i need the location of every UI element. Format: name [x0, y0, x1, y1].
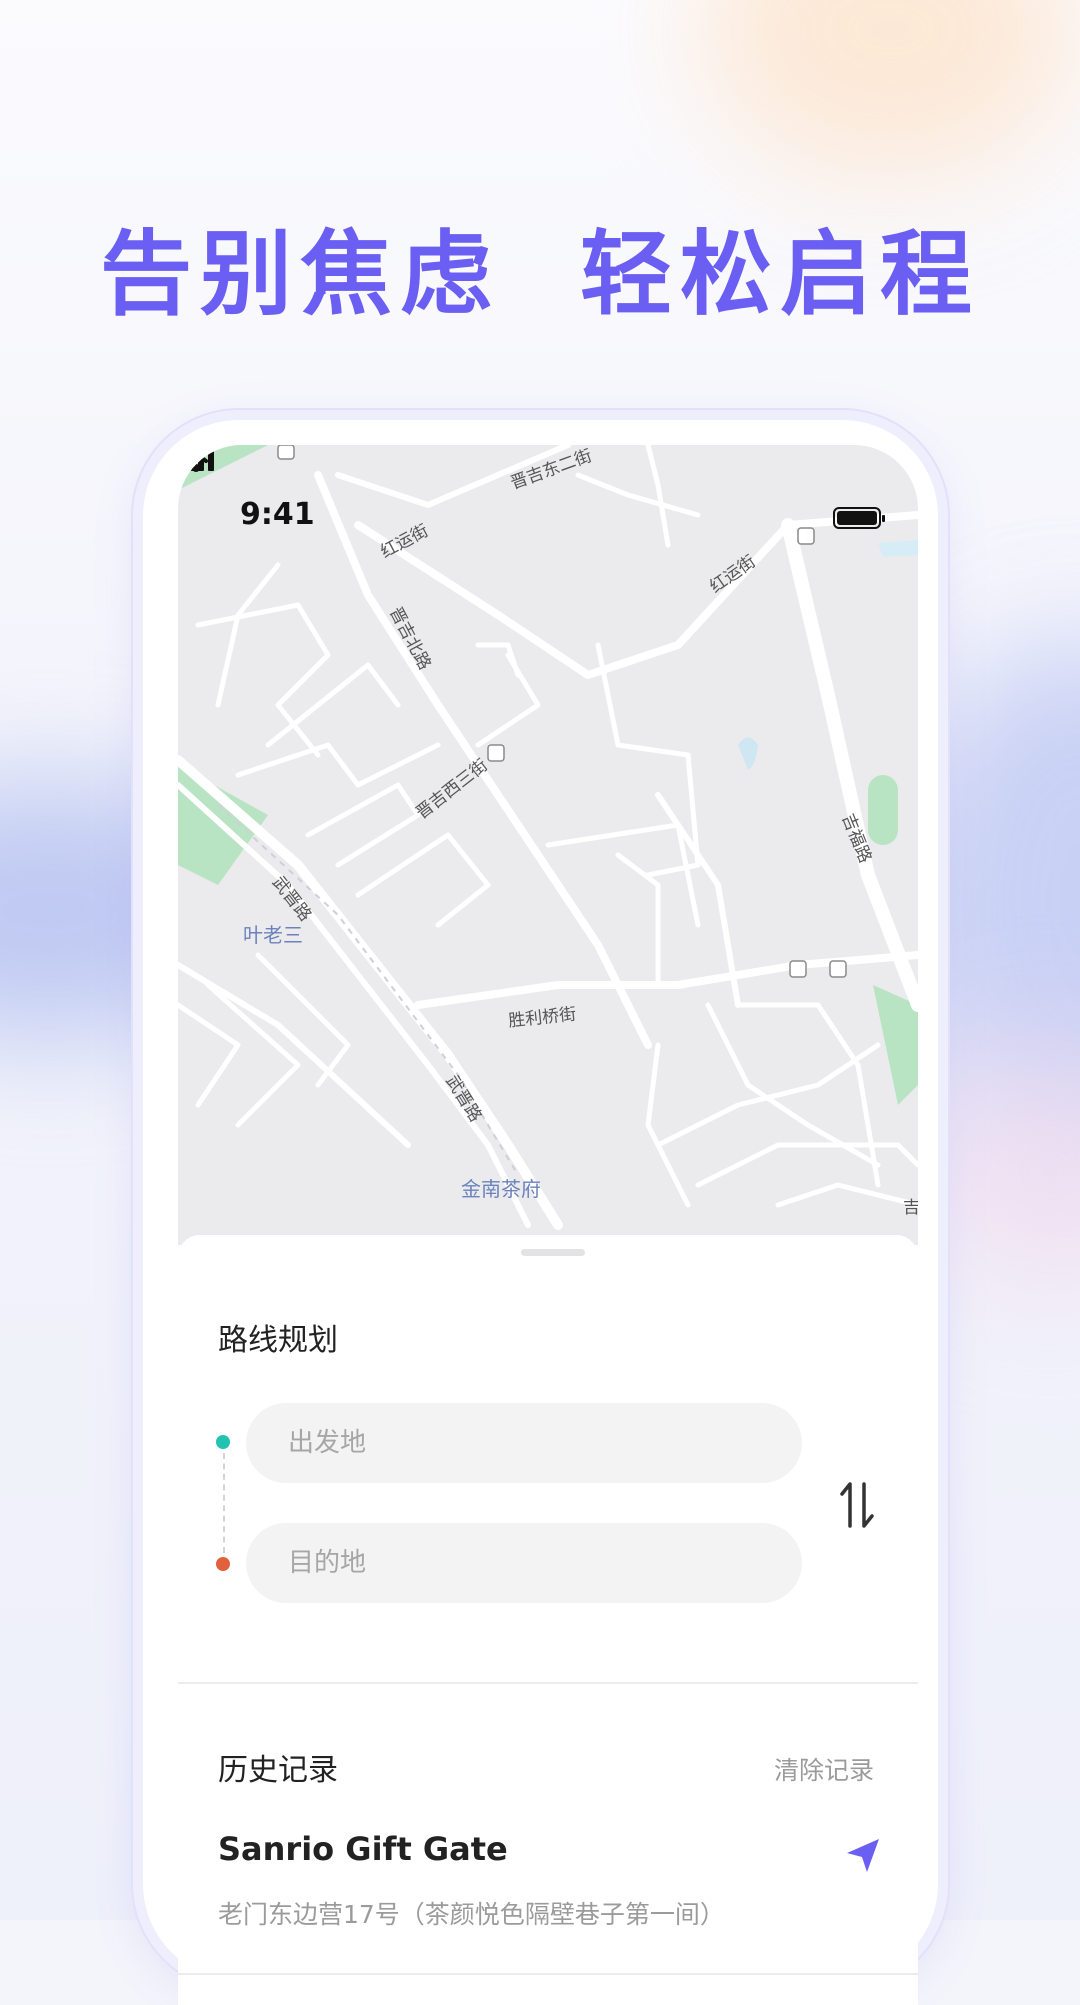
promo-headline: 告别焦虑 轻松启程: [99, 221, 981, 328]
status-time: 9:41: [240, 497, 315, 532]
list-divider: [178, 1973, 918, 1975]
origin-dot-icon: [216, 1435, 230, 1449]
navigate-icon[interactable]: [843, 1835, 883, 1875]
destination-dot-icon: [216, 1557, 230, 1571]
route-connector: [223, 1453, 225, 1553]
map-view[interactable]: 晋吉东二街 红运街 红运街 晋吉北路 晋吉西三街 吉福路 武晋路 武晋路 胜利桥…: [178, 445, 918, 1245]
status-bar: 9:41: [178, 445, 918, 535]
swap-icon[interactable]: [838, 1480, 878, 1530]
poi-label[interactable]: 叶老三: [243, 919, 303, 948]
history-title: 历史记录: [218, 1753, 338, 1788]
bottom-sheet: 路线规划 出发地 目的地 历史记录 清除记录 Sanrio Gift Gate …: [178, 1235, 918, 2005]
section-divider: [178, 1682, 918, 1684]
phone-screen: 晋吉东二街 红运街 红运街 晋吉北路 晋吉西三街 吉福路 武晋路 武晋路 胜利桥…: [178, 445, 918, 2005]
wifi-icon: [178, 446, 214, 472]
route-planning-title: 路线规划: [218, 1323, 338, 1358]
street-label: 吉: [903, 1198, 918, 1218]
clear-history-button[interactable]: 清除记录: [774, 1751, 874, 1787]
sheet-drag-handle[interactable]: [521, 1249, 585, 1256]
origin-input[interactable]: 出发地: [246, 1403, 802, 1483]
phone-frame: 晋吉东二街 红运街 红运街 晋吉北路 晋吉西三街 吉福路 武晋路 武晋路 胜利桥…: [143, 420, 938, 2005]
destination-input[interactable]: 目的地: [246, 1523, 802, 1603]
battery-icon: [833, 507, 885, 529]
map-roads: [178, 445, 918, 1230]
history-item-address[interactable]: 老门东边营17号（茶颜悦色隔壁巷子第一间）: [218, 1895, 725, 1931]
history-item-name[interactable]: Sanrio Gift Gate: [218, 1830, 508, 1868]
poi-label[interactable]: 金南茶府: [461, 1173, 541, 1202]
